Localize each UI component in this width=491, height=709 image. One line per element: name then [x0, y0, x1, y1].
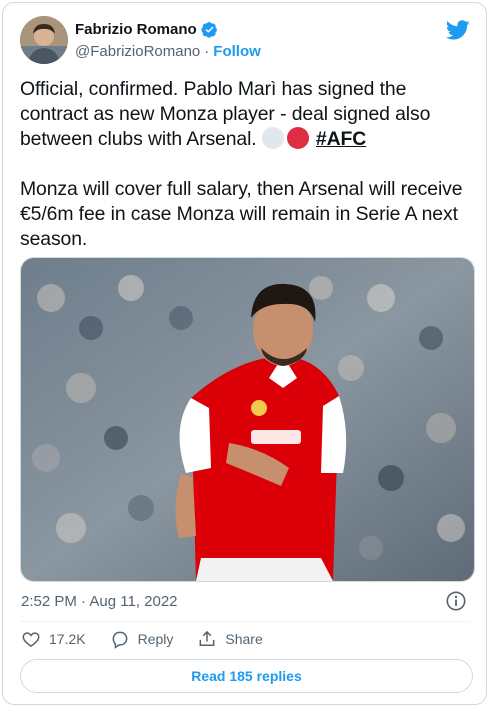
white-circle-emoji — [261, 127, 284, 149]
share-icon — [199, 630, 215, 646]
tweet-paragraph-1: Official, confirmed. Pablo Marì has sign… — [20, 78, 431, 150]
reply-label: Reply — [137, 631, 174, 647]
info-icon[interactable] — [445, 590, 467, 612]
reply-button[interactable]: Reply — [110, 629, 174, 649]
tweet-photo[interactable] — [20, 257, 475, 582]
tweet-timestamp[interactable]: 2:52 PM · Aug 11, 2022 — [21, 593, 178, 610]
handle-separator: · — [204, 43, 210, 60]
tweet-paragraph-2: Monza will cover full salary, then Arsen… — [20, 178, 463, 250]
verified-badge-icon — [201, 22, 217, 38]
hashtag-link[interactable]: #AFC — [316, 128, 366, 150]
timestamp-separator: · — [81, 593, 87, 610]
like-button[interactable]: 17.2K — [21, 629, 86, 649]
divider — [20, 621, 469, 622]
tweet-time: 2:52 PM — [21, 593, 77, 610]
read-replies-button[interactable]: Read 185 replies — [20, 659, 473, 693]
red-circle-emoji — [286, 127, 309, 149]
reply-icon — [112, 631, 128, 649]
share-button[interactable]: Share — [197, 629, 263, 649]
author-handle[interactable]: @FabrizioRomano — [75, 43, 200, 60]
follow-button[interactable]: Follow — [213, 43, 261, 60]
twitter-bird-icon[interactable] — [446, 18, 470, 42]
author-name[interactable]: Fabrizio Romano — [75, 21, 197, 38]
like-count: 17.2K — [49, 631, 86, 647]
tweet-date: Aug 11, 2022 — [89, 593, 178, 610]
tweet-card: Fabrizio Romano @FabrizioRomano · Follow O… — [2, 2, 487, 705]
share-label: Share — [225, 631, 263, 647]
tweet-text: Official, confirmed. Pablo Marì has sign… — [20, 77, 475, 252]
heart-icon — [22, 632, 40, 647]
avatar[interactable] — [20, 16, 68, 64]
